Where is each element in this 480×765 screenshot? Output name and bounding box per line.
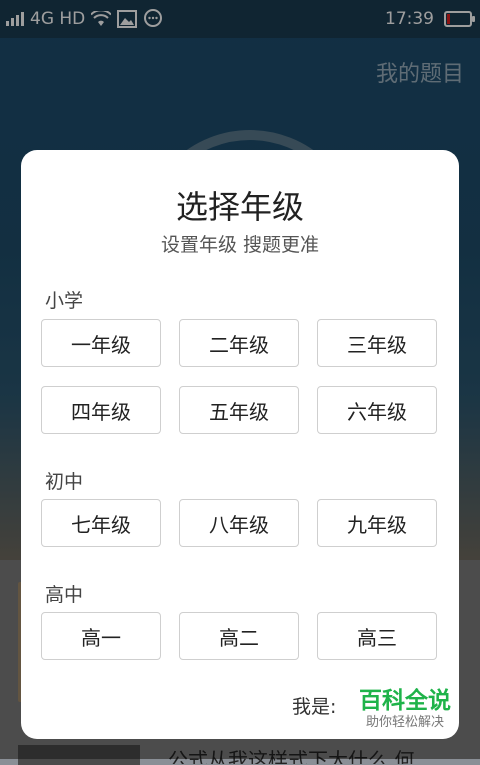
grade-button-8[interactable]: 八年级 (179, 499, 299, 547)
grade-button-6[interactable]: 六年级 (317, 386, 437, 434)
grade-button-high-2[interactable]: 高二 (179, 612, 299, 660)
dialog-subtitle: 设置年级 搜题更准 (160, 234, 320, 256)
grade-button-5[interactable]: 五年级 (179, 386, 299, 434)
grade-button-high-3[interactable]: 高三 (317, 612, 437, 660)
grade-button-2[interactable]: 二年级 (179, 319, 299, 367)
section-label-primary: 小学 (45, 290, 84, 312)
grade-button-7[interactable]: 七年级 (41, 499, 161, 547)
grade-button-1[interactable]: 一年级 (41, 319, 161, 367)
watermark-title: 百科全说 (359, 688, 451, 714)
grade-button-4[interactable]: 四年级 (41, 386, 161, 434)
section-label-middle: 初中 (45, 471, 84, 493)
watermark-subtitle: 助你轻松解决 (365, 715, 444, 730)
grade-selection-dialog: 选择年级 设置年级 搜题更准 小学 一年级 二年级 三年级 四年级 五年级 六年… (21, 150, 459, 739)
grade-button-3[interactable]: 三年级 (317, 319, 437, 367)
grade-button-9[interactable]: 九年级 (317, 499, 437, 547)
watermark: 百科全说 助你轻松解决 (350, 688, 460, 732)
role-selector-label[interactable]: 我是: (292, 692, 336, 719)
grade-button-high-1[interactable]: 高一 (41, 612, 161, 660)
dialog-title: 选择年级 (175, 188, 304, 226)
section-label-high: 高中 (45, 584, 84, 606)
